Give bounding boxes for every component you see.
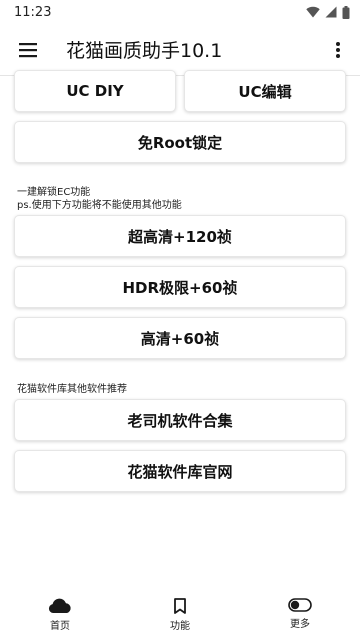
menu-icon[interactable]: [0, 24, 56, 76]
nav-label-features: 功能: [170, 621, 190, 632]
app-bar: 花猫画质助手10.1: [0, 24, 360, 76]
hdr-60fps-button[interactable]: HDR极限+60祯: [14, 266, 346, 308]
signal-icon: [325, 6, 337, 18]
uc-edit-button[interactable]: UC编辑: [184, 70, 346, 112]
nav-label-more: 更多: [290, 619, 310, 630]
more-options-icon[interactable]: [316, 24, 360, 76]
nav-item-more[interactable]: 更多: [240, 588, 360, 640]
status-icons: [306, 5, 350, 19]
software-library-website-button[interactable]: 花猫软件库官网: [14, 450, 346, 492]
toggle-icon: [288, 598, 312, 612]
section-unlock-note: ps.使用下方功能将不能使用其他功能: [17, 200, 182, 211]
battery-icon: [342, 5, 350, 19]
hd-60fps-button[interactable]: 高清+60祯: [14, 317, 346, 359]
status-bar: 11:23: [0, 0, 360, 24]
section-recommend-title: 花猫软件库其他软件推荐: [17, 384, 127, 395]
bottom-nav: 首页 功能 更多: [0, 588, 360, 640]
nav-item-features[interactable]: 功能: [120, 588, 240, 640]
section-unlock-title: 一建解锁EC功能: [17, 187, 91, 198]
wifi-icon: [306, 6, 320, 18]
root-lock-button[interactable]: 免Root锁定: [14, 121, 346, 163]
cloud-icon: [48, 598, 71, 613]
bookmark-icon: [174, 598, 186, 614]
driver-software-collection-button[interactable]: 老司机软件合集: [14, 399, 346, 441]
uhd-120fps-button[interactable]: 超高清+120祯: [14, 215, 346, 257]
nav-label-home: 首页: [50, 621, 70, 632]
nav-item-home[interactable]: 首页: [0, 588, 120, 640]
app-title: 花猫画质助手10.1: [66, 40, 223, 62]
screen: 11:23 花猫画质助手10.1 UC DIY UC编辑 免Root锁定 一建解…: [0, 0, 360, 640]
status-time: 11:23: [14, 4, 52, 20]
uc-diy-button[interactable]: UC DIY: [14, 70, 176, 112]
